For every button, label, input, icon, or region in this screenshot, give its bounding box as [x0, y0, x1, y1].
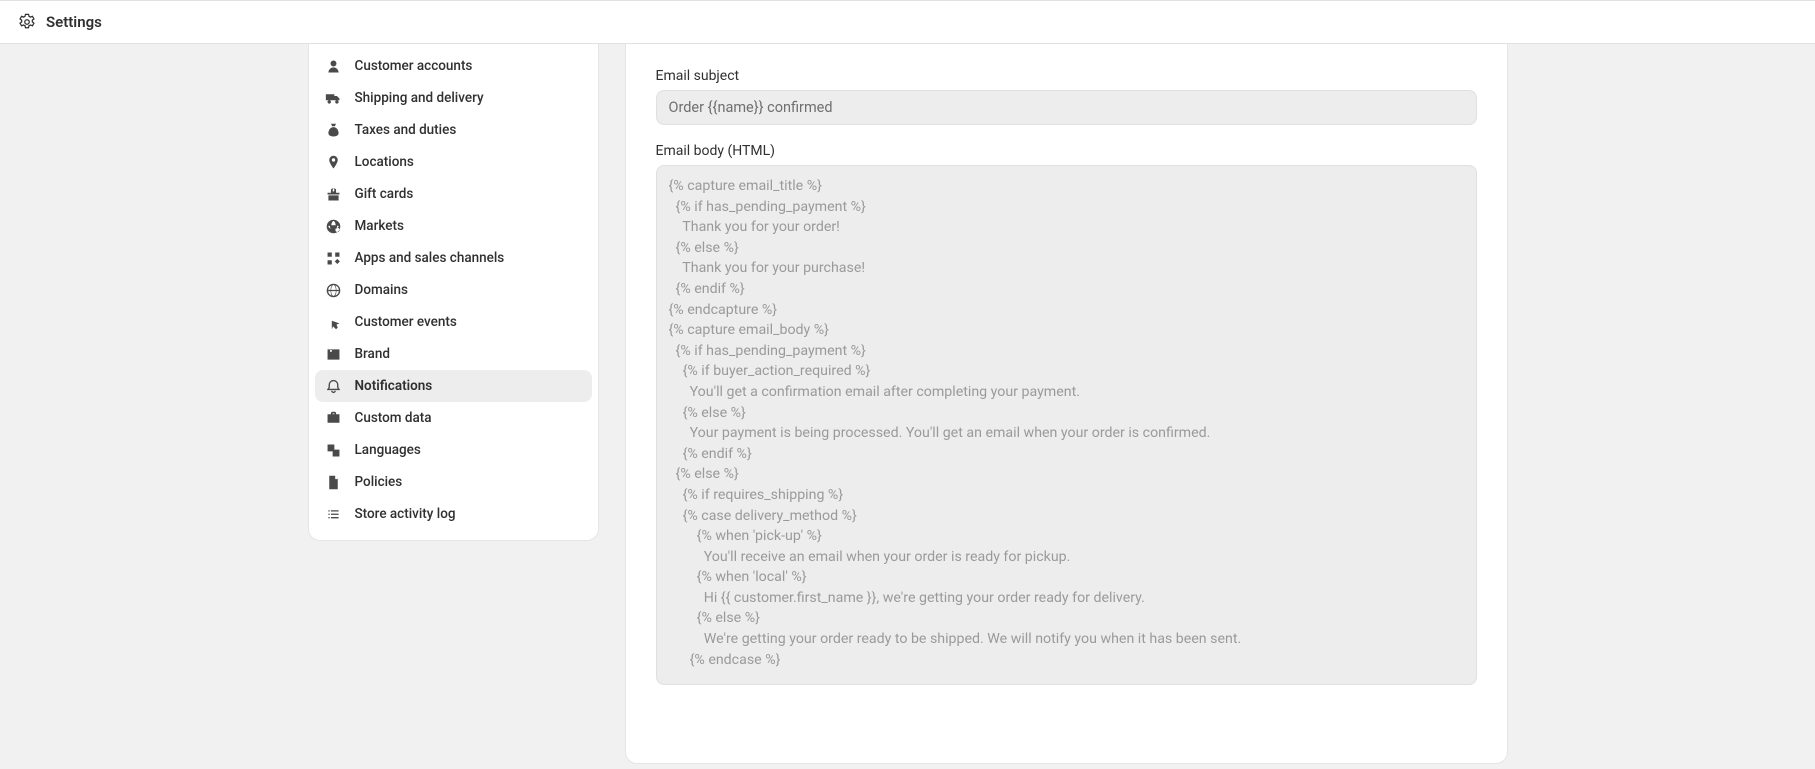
cursor-click-icon	[325, 313, 343, 331]
list-icon	[325, 505, 343, 523]
page-title: Settings	[46, 13, 102, 31]
sidebar-item-label: Taxes and duties	[355, 122, 457, 138]
document-icon	[325, 473, 343, 491]
page-inner: Customer accounts Shipping and delivery Ta…	[308, 44, 1508, 764]
settings-sidebar: Customer accounts Shipping and delivery Ta…	[308, 44, 599, 541]
sidebar-item-label: Shipping and delivery	[355, 90, 484, 106]
sidebar-item-label: Brand	[355, 346, 390, 362]
sidebar-item-taxes[interactable]: Taxes and duties	[315, 114, 592, 146]
sidebar-item-label: Customer events	[355, 314, 457, 330]
email-subject-label: Email subject	[656, 68, 1477, 84]
sidebar-item-locations[interactable]: Locations	[315, 146, 592, 178]
sidebar-item-customer-accounts[interactable]: Customer accounts	[315, 50, 592, 82]
sidebar-item-policies[interactable]: Policies	[315, 466, 592, 498]
briefcase-icon	[325, 409, 343, 427]
sidebar-item-label: Customer accounts	[355, 58, 473, 74]
notification-editor-card: Email subject Email body (HTML) {% captu…	[625, 44, 1508, 764]
sidebar-item-label: Apps and sales channels	[355, 250, 505, 266]
sidebar-item-events[interactable]: Customer events	[315, 306, 592, 338]
image-icon	[325, 345, 343, 363]
gift-icon	[325, 185, 343, 203]
email-body-textarea[interactable]: {% capture email_title %} {% if has_pend…	[656, 165, 1477, 685]
sidebar-item-customdata[interactable]: Custom data	[315, 402, 592, 434]
sidebar-item-brand[interactable]: Brand	[315, 338, 592, 370]
page: Customer accounts Shipping and delivery Ta…	[0, 44, 1815, 764]
sidebar-item-notifications[interactable]: Notifications	[315, 370, 592, 402]
translate-icon	[325, 441, 343, 459]
sidebar-item-activity[interactable]: Store activity log	[315, 498, 592, 530]
sidebar-item-languages[interactable]: Languages	[315, 434, 592, 466]
sidebar-item-shipping[interactable]: Shipping and delivery	[315, 82, 592, 114]
sidebar-item-label: Locations	[355, 154, 414, 170]
moneybag-icon	[325, 121, 343, 139]
email-body-label: Email body (HTML)	[656, 143, 1477, 159]
topbar: Settings	[0, 0, 1815, 44]
globe-icon	[325, 281, 343, 299]
pin-icon	[325, 153, 343, 171]
apps-icon	[325, 249, 343, 267]
sidebar-item-label: Domains	[355, 282, 408, 298]
sidebar-item-label: Markets	[355, 218, 404, 234]
gear-icon	[18, 13, 36, 31]
sidebar-item-label: Custom data	[355, 410, 432, 426]
sidebar-item-label: Store activity log	[355, 506, 456, 522]
bell-icon	[325, 377, 343, 395]
sidebar-item-markets[interactable]: Markets	[315, 210, 592, 242]
sidebar-item-label: Policies	[355, 474, 403, 490]
globe-dollar-icon	[325, 217, 343, 235]
sidebar-item-domains[interactable]: Domains	[315, 274, 592, 306]
sidebar-item-label: Languages	[355, 442, 421, 458]
sidebar-item-giftcards[interactable]: Gift cards	[315, 178, 592, 210]
user-icon	[325, 57, 343, 75]
sidebar-item-label: Notifications	[355, 378, 433, 394]
sidebar-item-label: Gift cards	[355, 186, 414, 202]
email-subject-input[interactable]	[656, 90, 1477, 125]
sidebar-item-apps[interactable]: Apps and sales channels	[315, 242, 592, 274]
truck-icon	[325, 89, 343, 107]
